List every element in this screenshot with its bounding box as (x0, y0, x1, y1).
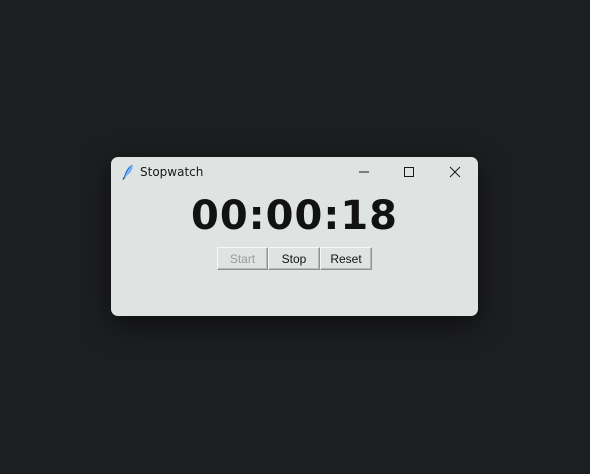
elapsed-time-display: 00:00:18 (191, 193, 398, 239)
close-icon (449, 166, 461, 178)
minimize-icon (359, 171, 369, 173)
feather-icon (122, 164, 133, 180)
reset-button[interactable]: Reset (320, 247, 372, 270)
stop-button[interactable]: Stop (268, 247, 320, 270)
title-bar[interactable]: Stopwatch (111, 157, 478, 187)
minimize-button[interactable] (341, 157, 387, 187)
maximize-icon (404, 167, 414, 177)
maximize-button[interactable] (386, 157, 432, 187)
start-button[interactable]: Start (217, 247, 268, 270)
stopwatch-window: Stopwatch 00:00:18 Start Stop Reset (111, 157, 478, 316)
close-button[interactable] (432, 157, 478, 187)
window-title: Stopwatch (140, 165, 204, 179)
